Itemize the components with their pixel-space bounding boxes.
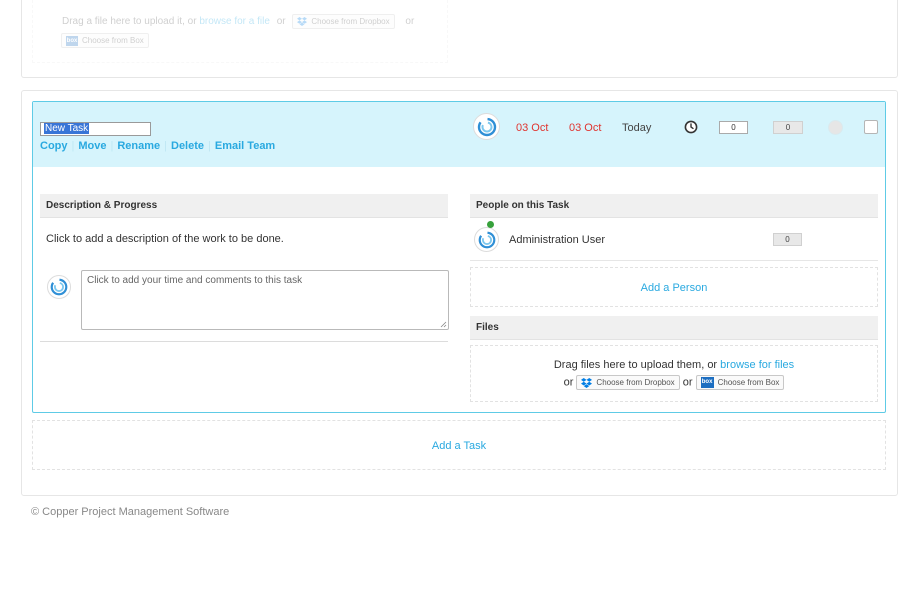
previous-or-text: or xyxy=(276,16,286,28)
status-indicator[interactable] xyxy=(828,120,843,135)
description-placeholder[interactable]: Click to add a description of the work t… xyxy=(46,233,284,245)
files-drag-text: Drag files here to upload them, or xyxy=(553,359,718,371)
task-card: New Task Copy | Move | Rename | Delete | Email T… xyxy=(32,101,886,413)
footer-copyright: © Copper Project Management Software xyxy=(31,506,230,518)
copy-link[interactable]: Copy xyxy=(40,140,68,152)
add-task-button[interactable]: Add a Task xyxy=(32,420,886,470)
move-link[interactable]: Move xyxy=(78,140,106,152)
dropbox-icon xyxy=(297,17,308,26)
files-header: Files xyxy=(470,316,878,340)
people-header: People on this Task xyxy=(470,194,878,218)
previous-box-label: Choose from Box xyxy=(82,36,144,45)
dropbox-label: Choose from Dropbox xyxy=(596,378,675,387)
user-avatar-icon xyxy=(478,231,495,248)
description-divider xyxy=(40,341,448,342)
box-icon: box xyxy=(66,35,78,46)
clock-icon[interactable] xyxy=(684,120,698,134)
previous-drag-text: Drag a file here to upload it, or xyxy=(62,16,197,28)
user-avatar-icon xyxy=(477,117,496,136)
previous-browse-link[interactable]: browse for a file xyxy=(199,16,270,27)
files-or-text: or xyxy=(563,376,574,389)
comment-textarea[interactable]: Click to add your time and comments to t… xyxy=(81,270,449,330)
previous-or-text-2: or xyxy=(405,16,415,28)
action-separator: | xyxy=(71,140,75,152)
box-icon: box xyxy=(700,377,714,388)
comment-placeholder: Click to add your time and comments to t… xyxy=(87,275,303,286)
today-label[interactable]: Today xyxy=(622,122,651,134)
description-header: Description & Progress xyxy=(40,194,448,218)
task-name-value: New Task xyxy=(44,123,90,134)
files-dropzone[interactable]: Drag files here to upload them, or brows… xyxy=(470,345,878,402)
person-hours: 0 xyxy=(773,233,802,246)
commenter-avatar xyxy=(47,275,71,299)
user-avatar-icon xyxy=(50,278,68,296)
task-actions: Copy | Move | Rename | Delete | Email Team xyxy=(40,140,275,152)
files-or-text-2: or xyxy=(682,376,693,389)
dropbox-button[interactable]: Choose from Dropbox xyxy=(576,375,680,390)
action-separator: | xyxy=(110,140,114,152)
previous-file-dropzone[interactable]: Drag a file here to upload it, or browse… xyxy=(32,0,448,63)
person-name: Administration User xyxy=(509,234,605,246)
dropbox-icon xyxy=(581,377,593,388)
complete-checkbox[interactable] xyxy=(864,120,878,134)
previous-dropbox-button[interactable]: Choose from Dropbox xyxy=(292,14,395,29)
action-separator: | xyxy=(164,140,167,152)
box-button[interactable]: box Choose from Box xyxy=(695,375,785,390)
add-person-button[interactable]: Add a Person xyxy=(470,267,878,307)
box-label: Choose from Box xyxy=(717,378,780,387)
delete-link[interactable]: Delete xyxy=(171,140,204,152)
due-date[interactable]: 03 Oct xyxy=(569,122,601,134)
previous-upload-line: Drag a file here to upload it, or browse… xyxy=(62,14,414,29)
action-separator: | xyxy=(208,140,211,152)
hours-total: 0 xyxy=(773,121,803,134)
person-avatar xyxy=(474,227,499,252)
time-input[interactable]: 0 xyxy=(719,121,748,134)
previous-dropbox-label: Choose from Dropbox xyxy=(311,17,390,26)
previous-box-button[interactable]: box Choose from Box xyxy=(61,33,149,48)
email-team-link[interactable]: Email Team xyxy=(215,140,275,152)
online-status-dot xyxy=(487,221,494,228)
task-header: New Task Copy | Move | Rename | Delete | Email T… xyxy=(33,102,885,167)
start-date[interactable]: 03 Oct xyxy=(516,122,548,134)
browse-files-link[interactable]: browse for files xyxy=(720,359,794,371)
person-row: Administration User 0 xyxy=(470,219,878,261)
files-source-line: or Choose from Dropbox or box Choose fro… xyxy=(471,375,877,390)
files-upload-line: Drag files here to upload them, or brows… xyxy=(471,359,877,371)
resize-handle-icon[interactable] xyxy=(440,321,447,328)
task-name-input[interactable]: New Task xyxy=(40,122,151,136)
rename-link[interactable]: Rename xyxy=(117,140,160,152)
task-owner-avatar[interactable] xyxy=(473,113,500,140)
